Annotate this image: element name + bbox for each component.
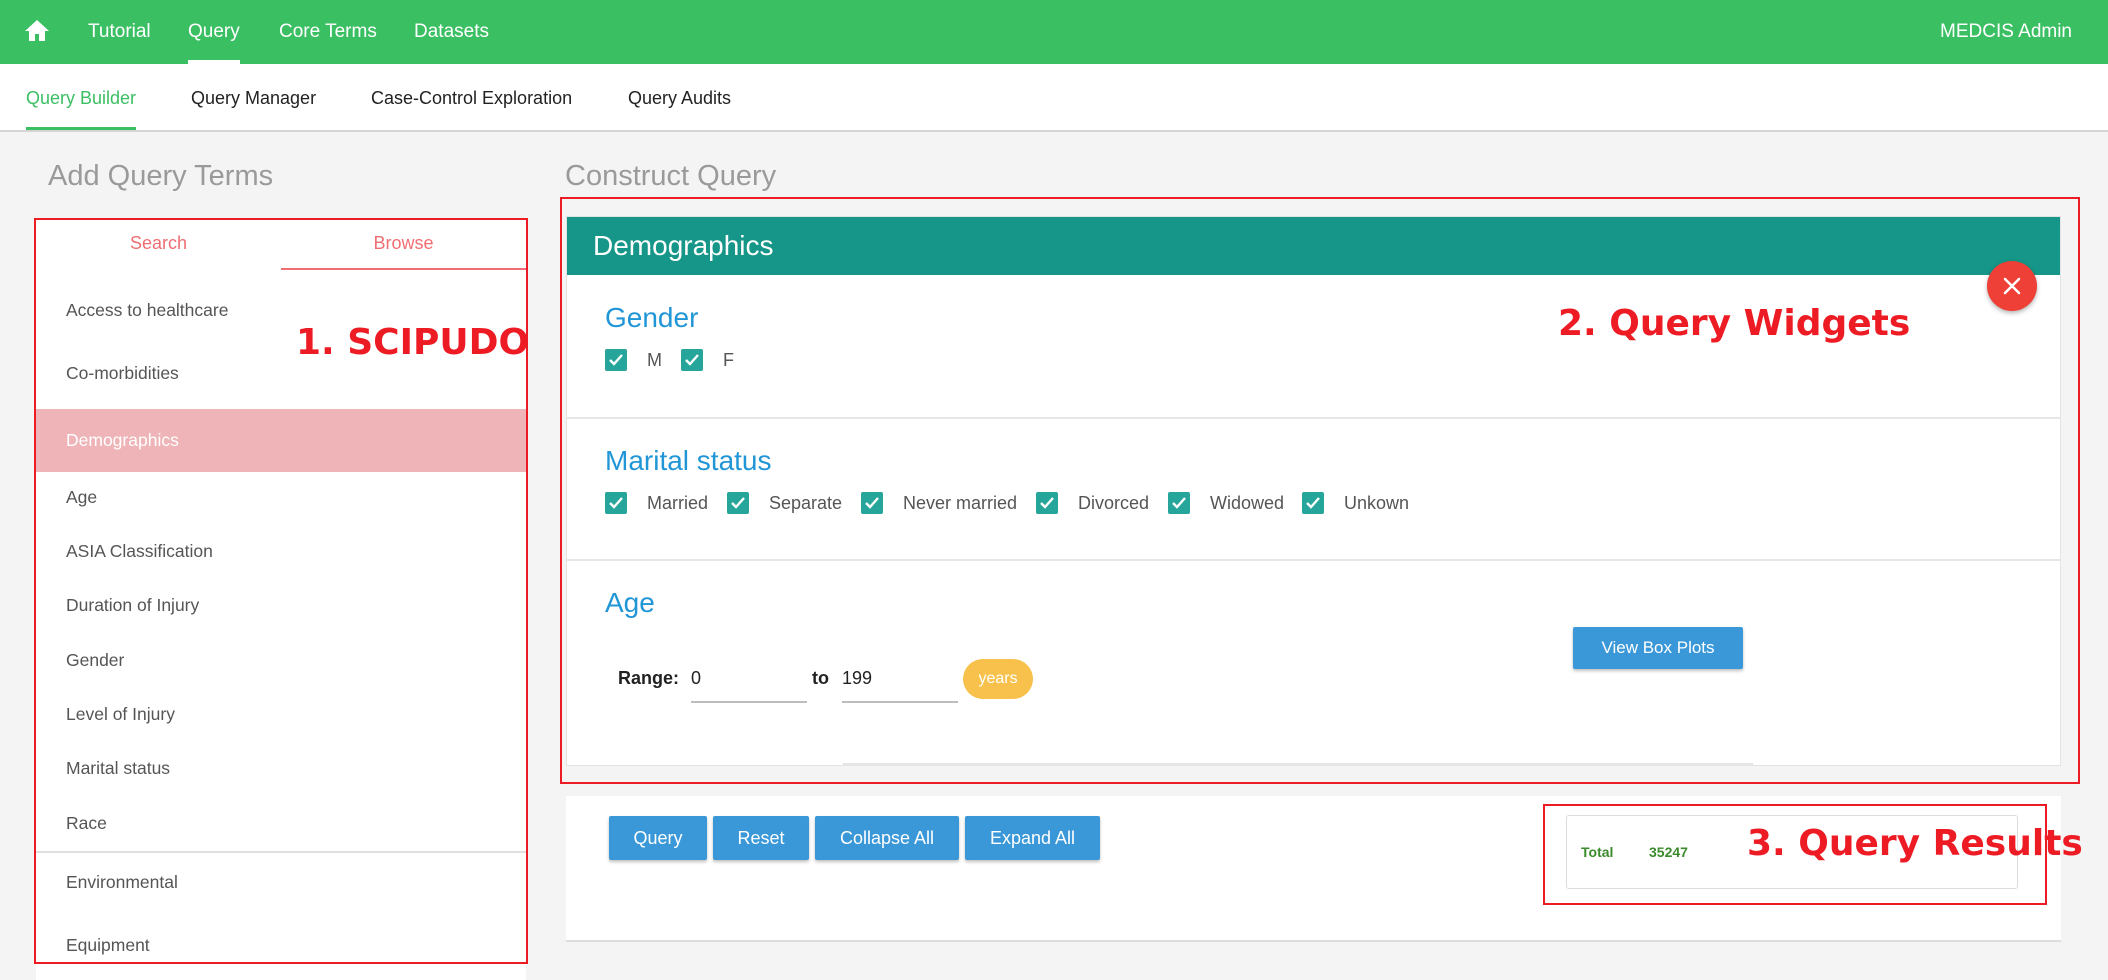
query-button[interactable]: Query xyxy=(609,816,707,860)
nav-datasets[interactable]: Datasets xyxy=(414,0,489,64)
subnav-case-control[interactable]: Case-Control Exploration xyxy=(371,64,572,130)
annotation-query-results: 3. Query Results xyxy=(1747,823,2083,864)
subnav-query-manager[interactable]: Query Manager xyxy=(191,64,316,130)
nav-tutorial[interactable]: Tutorial xyxy=(88,0,151,64)
nav-core-terms[interactable]: Core Terms xyxy=(279,0,377,64)
subnav-query-builder[interactable]: Query Builder xyxy=(26,64,137,130)
user-menu[interactable]: MEDCIS Admin xyxy=(1940,0,2072,64)
nav-query[interactable]: Query xyxy=(188,0,240,64)
add-query-terms-title: Add Query Terms xyxy=(48,160,274,192)
subnav-query-audits[interactable]: Query Audits xyxy=(628,64,731,130)
expand-all-button[interactable]: Expand All xyxy=(965,816,1100,860)
annotation-box-widgets xyxy=(560,197,2080,784)
home-icon[interactable] xyxy=(24,18,50,42)
construct-query-title: Construct Query xyxy=(565,160,777,192)
reset-button[interactable]: Reset xyxy=(713,816,809,860)
top-nav: Tutorial Query Core Terms Datasets MEDCI… xyxy=(0,0,2108,64)
sub-nav: Query Builder Query Manager Case-Control… xyxy=(0,64,2108,132)
annotation-scipudo: 1. SCIPUDO xyxy=(296,322,530,363)
annotation-query-widgets: 2. Query Widgets xyxy=(1558,303,1911,344)
collapse-all-button[interactable]: Collapse All xyxy=(815,816,959,860)
